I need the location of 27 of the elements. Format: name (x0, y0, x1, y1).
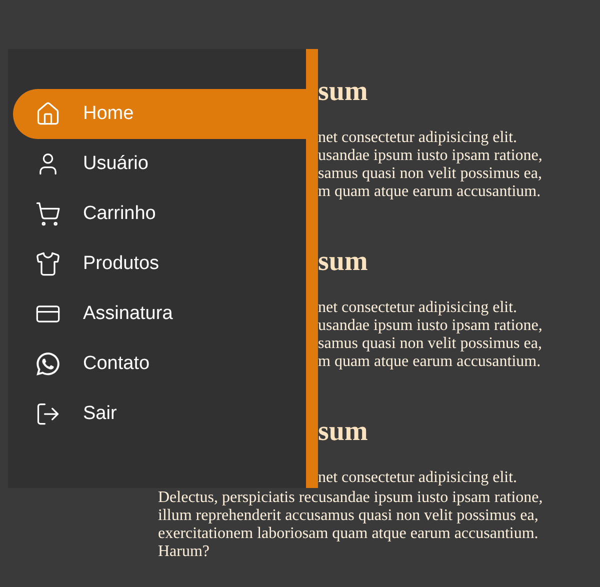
section-heading: sum (318, 245, 368, 279)
paragraph-line: m quam atque earum accusantium. (318, 183, 541, 201)
nav-item[interactable]: Sair (13, 389, 306, 439)
paragraph-line: illum reprehenderit accusamus quasi non velit possimus ea, (158, 507, 538, 525)
paragraph-line: net consectetur adipisicing elit. (318, 299, 518, 317)
section-heading: sum (318, 415, 368, 449)
paragraph-line: net consectetur adipisicing elit. (318, 129, 518, 147)
paragraph-line: net consectetur adipisicing elit. (318, 469, 518, 487)
paragraph-line: Delectus, perspiciatis recusandae ipsum iusto ipsam ratione, (158, 488, 543, 507)
nav-item[interactable]: Contato (13, 339, 306, 389)
chat-icon (35, 351, 61, 377)
section-heading: sum (318, 75, 368, 109)
paragraph-line: samus quasi non velit possimus ea, (318, 335, 542, 353)
logout-icon (35, 401, 61, 427)
paragraph-line: exercitationem laboriosam quam atque earum accusantium. (158, 525, 538, 543)
paragraph-line: usandae ipsum iusto ipsam ratione, (318, 317, 542, 335)
paragraph-line: m quam atque earum accusantium. (318, 353, 541, 371)
shirt-icon (35, 251, 61, 277)
cart-icon (35, 201, 61, 227)
nav-item[interactable]: Produtos (13, 239, 306, 289)
paragraph-line: samus quasi non velit possimus ea, (318, 165, 542, 183)
home-icon (35, 101, 61, 127)
nav-item[interactable]: Assinatura (13, 289, 306, 339)
paragraph-line: Harum? (158, 543, 210, 561)
nav-item[interactable]: Usuário (13, 139, 306, 189)
nav-item[interactable]: Carrinho (13, 189, 306, 239)
paragraph-line: usandae ipsum iusto ipsam ratione, (318, 147, 542, 165)
